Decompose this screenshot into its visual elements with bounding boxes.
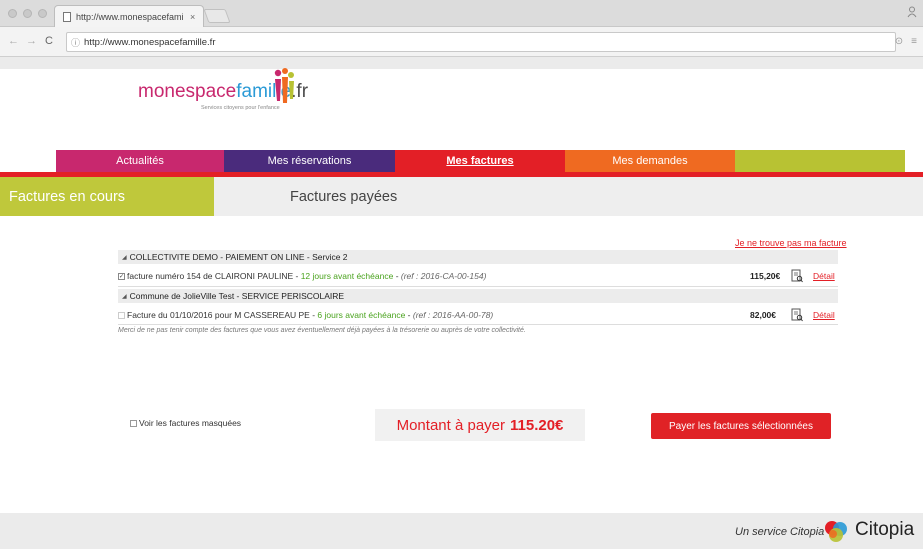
invoice-row: ✓ facture numéro 154 de CLAIRONI PAULINE… [118, 269, 835, 283]
footer-text: Un service Citopia [735, 526, 825, 538]
close-tab-icon[interactable]: × [190, 12, 195, 22]
collapse-icon[interactable]: ◢ [122, 293, 127, 300]
page-icon [63, 11, 71, 22]
invoice-amount: 115,20€ [750, 271, 781, 281]
invoice-document-icon[interactable] [791, 269, 803, 283]
invoice-subtabs: Factures en cours Factures payées [0, 177, 923, 216]
tab-factures-payees[interactable]: Factures payées [290, 177, 397, 216]
forward-icon[interactable]: → [26, 35, 37, 47]
invoice-row: Facture du 01/10/2016 pour M CASSEREAU P… [118, 306, 838, 324]
tab-title: http://www.monespacefamille. [76, 11, 184, 22]
address-bar[interactable]: ⓘ http://www.monespacefamille.fr [66, 32, 896, 52]
footer: Un service Citopia Citopia [0, 513, 923, 549]
invoice-checkbox[interactable]: ✓ [118, 272, 125, 280]
row-separator [118, 324, 838, 325]
nav-mes-demandes[interactable]: Mes demandes [565, 150, 735, 172]
nav-actualites[interactable]: Actualités [56, 150, 224, 172]
reload-icon[interactable]: C [45, 35, 53, 47]
menu-icon[interactable]: ≡ [911, 36, 917, 47]
new-tab-button[interactable] [203, 9, 231, 23]
site-header: monespacefamille.fr Services citoyens po… [0, 57, 923, 150]
amount-value: 115.20€ [510, 416, 564, 434]
browser-tabbar: http://www.monespacefamille. × [0, 0, 923, 27]
payment-notice: Merci de ne pas tenir compte des facture… [118, 327, 526, 334]
page: http://www.monespacefamille. × ← → C ⓘ h… [0, 0, 923, 549]
nav-mes-factures[interactable]: Mes factures [395, 150, 565, 172]
invoice-document-icon[interactable] [791, 308, 803, 322]
window-controls[interactable] [8, 9, 47, 18]
main-nav: Actualités Mes réservations Mes factures… [56, 150, 905, 172]
header-strip [0, 57, 923, 69]
extension-icon[interactable]: ⊙ [895, 36, 903, 47]
show-hidden-checkbox[interactable] [130, 419, 137, 427]
not-found-link[interactable]: Je ne trouve pas ma facture [735, 238, 847, 248]
citopia-brand[interactable]: Citopia [855, 519, 914, 541]
toolbar-right-icons: ⊙ ≡ [895, 36, 917, 47]
row-separator [118, 286, 838, 287]
citopia-logo-icon [825, 521, 847, 542]
detail-link[interactable]: Détail [813, 271, 835, 281]
show-hidden-invoices-toggle[interactable]: Voir les factures masquées [130, 418, 241, 428]
collapse-icon[interactable]: ◢ [122, 254, 127, 261]
user-profile-icon[interactable] [907, 6, 919, 20]
browser-toolbar: ← → C ⓘ http://www.monespacefamille.fr ⊙… [0, 27, 923, 57]
info-icon: ⓘ [71, 37, 81, 48]
invoice-group-header: ◢ COLLECTIVITE DEMO - PAIEMENT ON LINE -… [118, 250, 838, 264]
pay-selected-button[interactable]: Payer les factures sélectionnées [651, 413, 831, 439]
tagline: Services citoyens pour l'enfance [201, 105, 280, 111]
nav-extra[interactable] [735, 150, 905, 172]
invoice-checkbox[interactable] [118, 311, 125, 319]
family-figure-icon [274, 68, 294, 103]
url-text: http://www.monespacefamille.fr [84, 36, 216, 48]
browser-tab[interactable]: http://www.monespacefamille. × [54, 5, 204, 27]
detail-link[interactable]: Détail [813, 310, 835, 320]
nav-mes-reservations[interactable]: Mes réservations [224, 150, 395, 172]
amount-to-pay: Montant à payer 115.20€ [375, 409, 585, 441]
back-icon[interactable]: ← [8, 35, 19, 47]
tab-factures-en-cours[interactable]: Factures en cours [0, 177, 214, 216]
invoice-amount: 82,00€ [750, 310, 776, 320]
invoice-group-header: ◢ Commune de JolieVille Test - SERVICE P… [118, 289, 838, 303]
